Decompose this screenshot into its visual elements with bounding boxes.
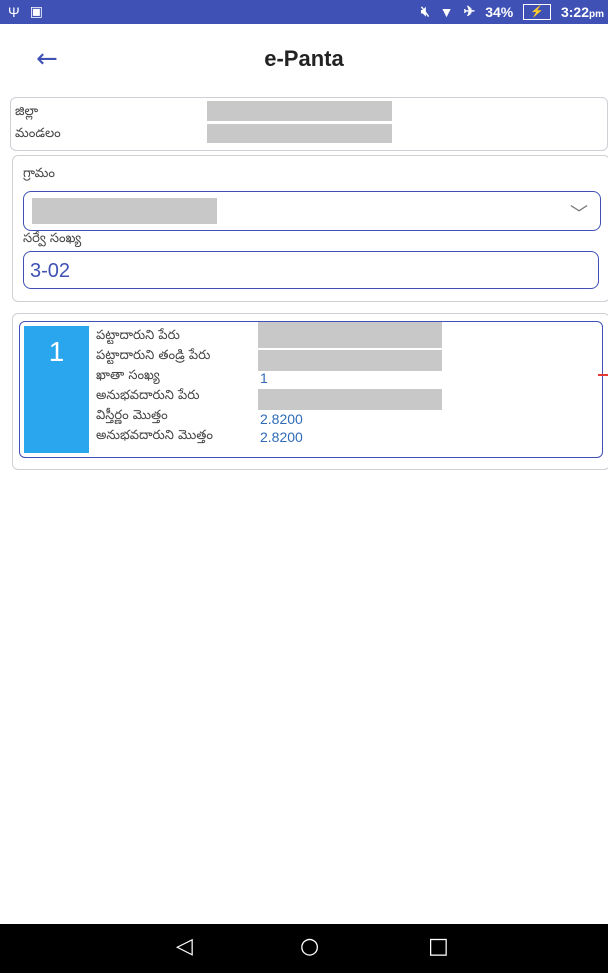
survey-number-field[interactable]: 3-02 bbox=[23, 251, 599, 289]
total-extent-label: విస్తీర్ణం మొత్తం bbox=[96, 408, 168, 423]
record-index-badge: 1 bbox=[24, 326, 89, 453]
location-card: జిల్లా మండలం bbox=[10, 97, 608, 151]
pattadar-name-label: పట్టాదారుని పేరు bbox=[96, 328, 180, 343]
enjoyer-name-redacted bbox=[258, 389, 442, 410]
village-card: గ్రామం ﹀ సర్వే సంఖ్య 3-02 bbox=[12, 155, 608, 302]
wifi-icon: ▼ bbox=[439, 3, 454, 20]
village-label: గ్రామం bbox=[23, 166, 55, 181]
total-extent-value: 2.8200 bbox=[260, 411, 303, 427]
mandal-label: మండలం bbox=[15, 126, 61, 141]
pattadar-father-label: పట్టాదారుని తండ్రి పేరు bbox=[96, 348, 211, 363]
enjoyer-total-label: అనుభవదారుని మొత్తం bbox=[96, 428, 213, 443]
clock: 3:22 bbox=[560, 3, 589, 20]
khata-number-value: 1 bbox=[260, 370, 268, 386]
khata-number-label: ఖాతా సంఖ్య bbox=[96, 368, 160, 383]
airplane-icon: ✈ bbox=[463, 3, 476, 19]
district-label: జిల్లా bbox=[15, 104, 39, 119]
enjoyer-total-value: 2.8200 bbox=[260, 429, 303, 445]
district-value-redacted bbox=[207, 101, 392, 121]
recents-nav-icon[interactable]: □ bbox=[428, 934, 449, 959]
status-bar: Ψ ▣ 🔇︎ ▼ ✈ 34% ⚡ 3:22pm bbox=[0, 0, 608, 24]
home-nav-icon[interactable]: ○ bbox=[300, 934, 319, 959]
back-nav-icon[interactable]: ◁ bbox=[176, 934, 193, 959]
record-card: 1 పట్టాదారుని పేరు పట్టాదారుని తండ్రి పే… bbox=[12, 313, 608, 470]
survey-label: సర్వే సంఖ్య bbox=[23, 231, 82, 246]
pattadar-father-redacted bbox=[258, 350, 442, 371]
usb-icon: Ψ bbox=[8, 3, 20, 20]
image-notification-icon: ▣ bbox=[29, 3, 43, 19]
enjoyer-name-label: అనుభవదారుని పేరు bbox=[96, 388, 200, 403]
page-title: e-Panta bbox=[264, 46, 344, 71]
battery-icon: ⚡ bbox=[523, 3, 551, 20]
clock-ampm: pm bbox=[589, 8, 604, 20]
mandal-value-redacted bbox=[207, 124, 392, 143]
record-item[interactable]: 1 పట్టాదారుని పేరు పట్టాదారుని తండ్రి పే… bbox=[19, 321, 603, 458]
battery-percent: 34% bbox=[485, 3, 514, 20]
app-bar: ← e-Panta bbox=[0, 24, 608, 94]
village-selected-redacted bbox=[32, 198, 217, 224]
chevron-down-icon: ﹀ bbox=[570, 204, 588, 225]
scroll-indicator bbox=[598, 374, 608, 376]
mute-icon: 🔇︎ bbox=[420, 3, 430, 19]
village-dropdown[interactable]: ﹀ bbox=[23, 191, 601, 231]
navigation-bar: ◁ ○ □ bbox=[0, 924, 608, 973]
pattadar-name-redacted bbox=[258, 322, 442, 348]
